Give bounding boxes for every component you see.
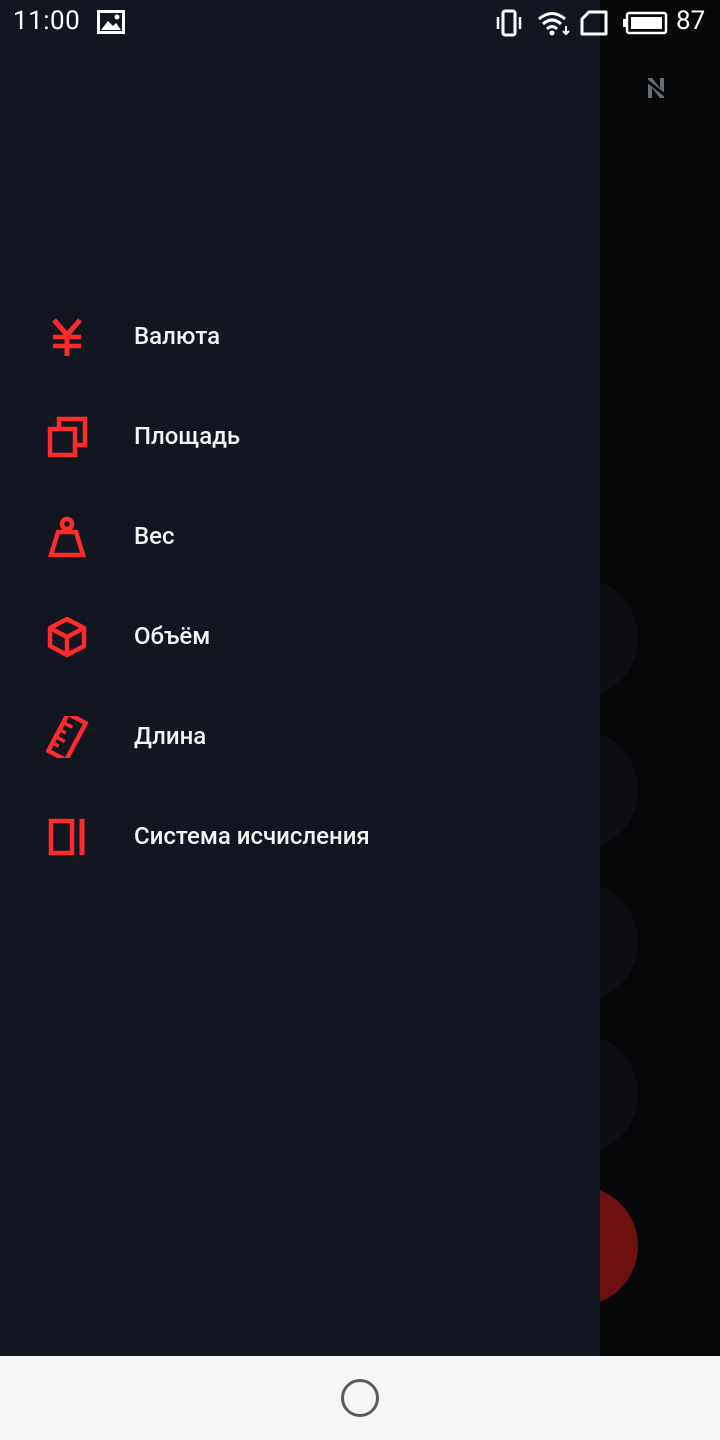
menu-item-label: Площадь — [134, 422, 241, 450]
menu-item-label: Длина — [134, 722, 207, 750]
status-time: 11:00 — [13, 6, 81, 36]
image-icon — [97, 10, 125, 34]
drawer-menu: Валюта Площадь Вес Объём Длина Система и… — [0, 286, 600, 886]
volume-cube-icon — [47, 616, 87, 658]
menu-item-currency[interactable]: Валюта — [0, 286, 600, 386]
menu-item-area[interactable]: Площадь — [0, 386, 600, 486]
battery-icon — [623, 11, 668, 35]
number-system-icon — [48, 818, 85, 856]
orientation-lock-icon[interactable] — [640, 72, 672, 104]
navigation-bar — [0, 1356, 720, 1440]
sim-icon — [580, 10, 608, 36]
menu-item-label: Объём — [134, 622, 211, 650]
menu-item-label: Вес — [134, 522, 175, 550]
ruler-icon — [46, 716, 88, 758]
menu-item-label: Система исчисления — [134, 822, 370, 850]
menu-item-length[interactable]: Длина — [0, 686, 600, 786]
menu-item-weight[interactable]: Вес — [0, 486, 600, 586]
wifi-icon — [538, 12, 570, 36]
weight-icon — [47, 516, 87, 558]
menu-item-number-system[interactable]: Система исчисления — [0, 786, 600, 886]
vibrate-icon — [496, 9, 522, 37]
home-circle-icon[interactable] — [341, 1379, 379, 1417]
yen-currency-icon — [52, 318, 82, 356]
menu-item-label: Валюта — [134, 322, 221, 350]
area-squares-icon — [47, 416, 88, 458]
status-bar: 11:00 87 — [0, 0, 720, 46]
battery-level: 87 — [676, 6, 706, 36]
menu-item-volume[interactable]: Объём — [0, 586, 600, 686]
navigation-drawer: Валюта Площадь Вес Объём Длина Система и… — [0, 0, 600, 1356]
